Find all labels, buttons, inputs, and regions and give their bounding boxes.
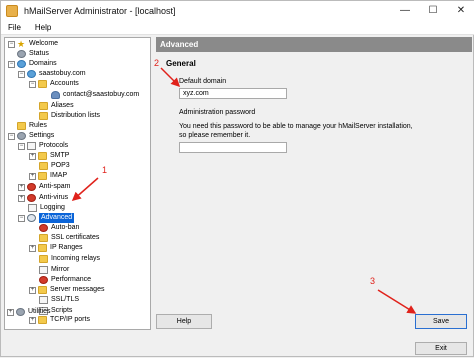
annotation-arrow-3 [377, 289, 417, 314]
annotation-arrow-1 [71, 177, 99, 201]
annotation-arrows [71, 67, 417, 314]
annotation-arrow-2 [160, 67, 181, 88]
app-window: hMailServer Administrator - [localhost] … [0, 0, 474, 357]
